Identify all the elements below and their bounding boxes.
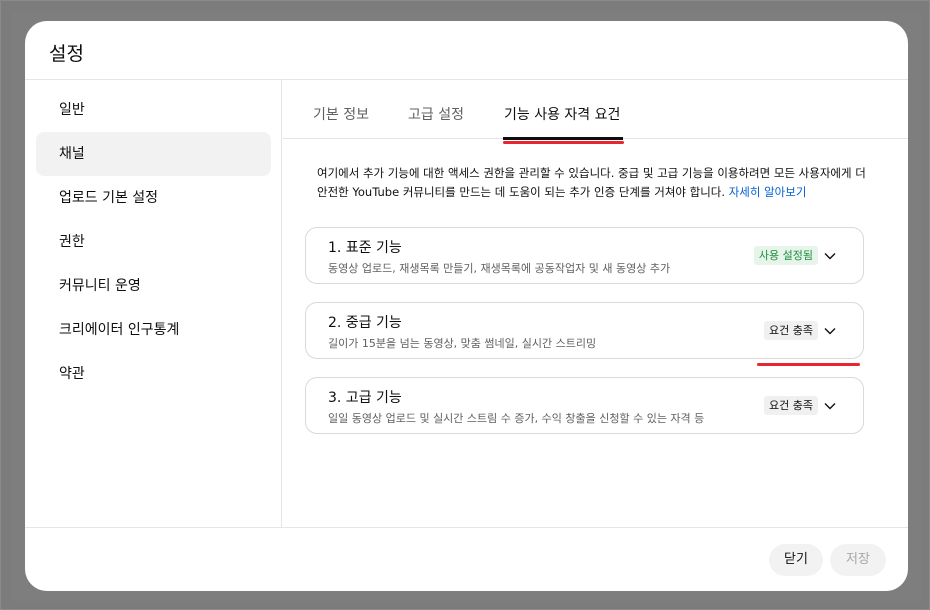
chevron-down-icon[interactable] (823, 249, 837, 263)
status-badge: 사용 설정됨 (753, 246, 818, 265)
status-badge: 요건 충족 (764, 396, 818, 415)
feature-title: 3. 고급 기능 (328, 390, 402, 406)
dialog-footer: 닫기 저장 (25, 527, 908, 591)
learn-more-link[interactable]: 자세히 알아보기 (729, 185, 807, 199)
close-button[interactable]: 닫기 (769, 544, 823, 576)
sidebar-item-channel[interactable]: 채널 (36, 132, 271, 176)
save-button[interactable]: 저장 (830, 544, 886, 576)
sidebar-item-upload-defaults[interactable]: 업로드 기본 설정 (36, 176, 271, 220)
settings-sidebar: 일반 채널 업로드 기본 설정 권한 커뮤니티 운영 크리에이터 인구통계 약관 (25, 80, 282, 527)
tab-feature-eligibility[interactable]: 기능 사용 자격 요건 (504, 104, 620, 124)
annotation-underline-badge (757, 363, 860, 366)
settings-dialog: 설정 일반 채널 업로드 기본 설정 권한 커뮤니티 운영 크리에이터 인구통계… (25, 21, 908, 591)
feature-card-standard[interactable]: 1. 표준 기능 동영상 업로드, 재생목록 만들기, 재생목록에 공동작업자 … (305, 227, 864, 284)
feature-description: 일일 동영상 업로드 및 실시간 스트림 수 증가, 수익 창출을 신청할 수 … (328, 412, 705, 425)
annotation-underline-tab (503, 141, 624, 144)
tab-basic-info[interactable]: 기본 정보 (313, 104, 369, 124)
feature-card-advanced[interactable]: 3. 고급 기능 일일 동영상 업로드 및 실시간 스트림 수 증가, 수익 창… (305, 377, 864, 434)
feature-title: 1. 표준 기능 (328, 240, 402, 256)
tab-bar: 기본 정보 고급 설정 기능 사용 자격 요건 (283, 80, 908, 140)
dialog-title: 설정 (49, 43, 84, 65)
feature-description: 길이가 15분을 넘는 동영상, 맞춤 썸네일, 실시간 스트리밍 (328, 337, 597, 350)
sidebar-item-community[interactable]: 커뮤니티 운영 (36, 264, 271, 308)
active-tab-indicator (503, 137, 623, 140)
eligibility-description: 여기에서 추가 기능에 대한 액세스 권한을 관리할 수 있습니다. 중급 및 … (317, 164, 867, 202)
tab-advanced-settings[interactable]: 고급 설정 (408, 104, 464, 124)
sidebar-item-permissions[interactable]: 권한 (36, 220, 271, 264)
feature-description: 동영상 업로드, 재생목록 만들기, 재생목록에 공동작업자 및 새 동영상 추… (328, 262, 671, 275)
chevron-down-icon[interactable] (823, 324, 837, 338)
sidebar-item-terms[interactable]: 약관 (36, 352, 271, 396)
status-badge: 요건 충족 (764, 321, 818, 340)
settings-content: 기본 정보 고급 설정 기능 사용 자격 요건 여기에서 추가 기능에 대한 액… (283, 80, 908, 527)
sidebar-item-creator-demographics[interactable]: 크리에이터 인구통계 (36, 308, 271, 352)
dialog-header: 설정 (25, 21, 908, 80)
feature-card-intermediate[interactable]: 2. 중급 기능 길이가 15분을 넘는 동영상, 맞춤 썸네일, 실시간 스트… (305, 302, 864, 359)
chevron-down-icon[interactable] (823, 399, 837, 413)
feature-title: 2. 중급 기능 (328, 315, 402, 331)
sidebar-item-general[interactable]: 일반 (36, 88, 271, 132)
screenshot-frame: 설정 일반 채널 업로드 기본 설정 권한 커뮤니티 운영 크리에이터 인구통계… (0, 0, 930, 610)
